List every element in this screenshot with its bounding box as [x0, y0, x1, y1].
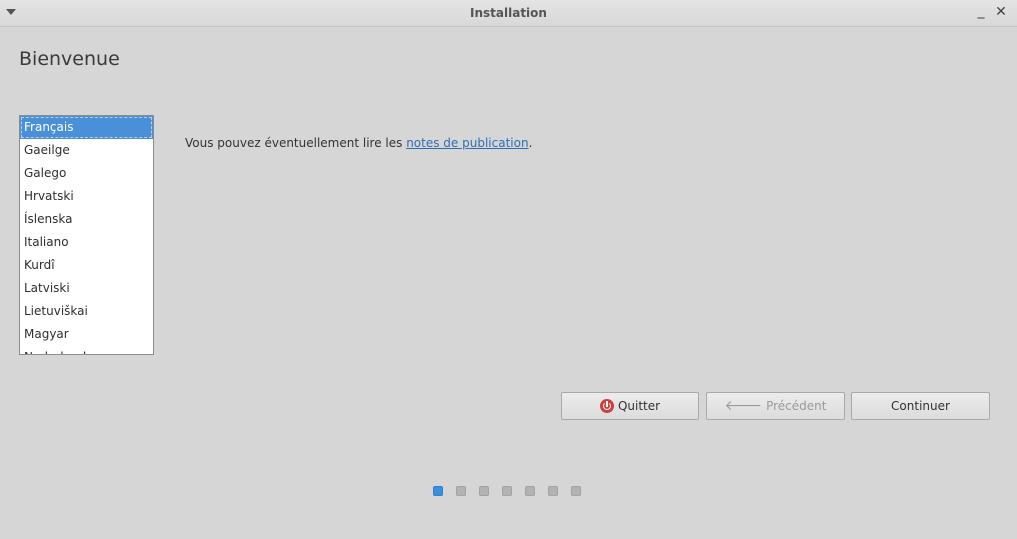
progress-dot	[548, 486, 558, 496]
progress-dot	[571, 486, 581, 496]
close-icon[interactable]: ✕	[994, 4, 1008, 20]
language-item[interactable]: Hrvatski	[20, 185, 153, 208]
release-notes-text: Vous pouvez éventuellement lire les note…	[185, 136, 532, 150]
progress-dot	[456, 486, 466, 496]
window-titlebar: Installation _ ✕	[0, 0, 1017, 27]
back-label: Précédent	[766, 399, 827, 413]
minimize-icon[interactable]: _	[974, 4, 988, 20]
quit-label: Quitter	[617, 399, 661, 413]
continue-label: Continuer	[891, 399, 950, 413]
language-item[interactable]: Lietuviškai	[20, 300, 153, 323]
arrow-left-icon: 🡐	[724, 398, 763, 414]
window-title: Installation	[470, 6, 547, 20]
progress-dot	[433, 486, 443, 496]
page-title: Bienvenue	[19, 48, 120, 70]
release-notes-suffix: .	[528, 136, 533, 150]
language-item[interactable]: Nederlands	[20, 346, 153, 354]
language-list[interactable]: Français Gaeilge Galego Hrvatski Íslensk…	[19, 115, 154, 355]
language-item[interactable]: Latviski	[20, 277, 153, 300]
language-item[interactable]: Galego	[20, 162, 153, 185]
language-item[interactable]: Íslenska	[20, 208, 153, 231]
continue-button[interactable]: Continuer	[851, 392, 990, 420]
progress-dot	[525, 486, 535, 496]
progress-dot	[479, 486, 489, 496]
progress-dot	[502, 486, 512, 496]
back-button[interactable]: 🡐 Précédent	[706, 392, 845, 420]
power-icon	[599, 399, 614, 413]
language-item[interactable]: Gaeilge	[20, 139, 153, 162]
language-item[interactable]: Italiano	[20, 231, 153, 254]
quit-button[interactable]: Quitter	[561, 392, 699, 420]
language-item[interactable]: Magyar	[20, 323, 153, 346]
language-item[interactable]: Kurdî	[20, 254, 153, 277]
release-notes-prefix: Vous pouvez éventuellement lire les	[185, 136, 407, 150]
release-notes-link[interactable]: notes de publication	[406, 136, 528, 150]
language-item[interactable]: Français	[20, 116, 153, 139]
